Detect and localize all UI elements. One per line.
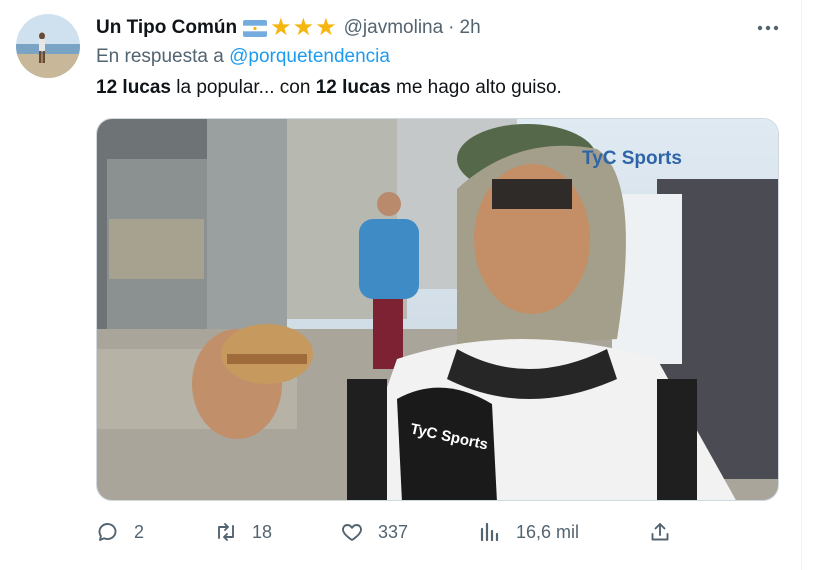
reply-mention-link[interactable]: @porquetendencia <box>229 46 390 67</box>
star-icon: ★ <box>315 14 337 41</box>
tweet-text: 12 lucas la popular... con 12 lucas me h… <box>96 77 562 99</box>
timestamp[interactable]: 2h <box>460 17 481 39</box>
share-button[interactable] <box>648 514 686 550</box>
star-icon: ★ <box>292 14 315 41</box>
tweet-actions: 2 18 337 16,6 mil <box>96 514 686 550</box>
views-count: 16,6 mil <box>516 521 580 542</box>
separator-dot: · <box>448 17 455 38</box>
tweet-text-part: me hago alto guiso. <box>390 77 562 98</box>
media-photo: TyC Sports TyC Sports <box>97 119 778 500</box>
views-button[interactable]: 16,6 mil <box>478 514 579 550</box>
broadcaster-watermark: TyC Sports <box>582 148 682 169</box>
tweet[interactable]: Un Tipo Común ★ ★ ★ @javmolina · 2h En r… <box>0 0 802 570</box>
reply-button[interactable]: 2 <box>96 514 144 550</box>
retweet-icon <box>218 523 234 541</box>
like-button[interactable]: 337 <box>340 514 408 550</box>
user-handle[interactable]: @javmolina <box>344 17 444 39</box>
more-options-button[interactable] <box>752 14 784 42</box>
argentina-flag-icon <box>243 19 268 37</box>
reply-count: 2 <box>134 521 145 542</box>
reply-icon <box>98 523 117 541</box>
views-icon <box>480 522 499 542</box>
tweet-header: Un Tipo Común ★ ★ ★ @javmolina · 2h <box>96 14 481 42</box>
avatar[interactable] <box>16 14 80 78</box>
star-icon: ★ <box>270 14 292 41</box>
display-name[interactable]: Un Tipo Común <box>96 17 237 39</box>
avatar-image <box>16 14 80 78</box>
retweet-button[interactable]: 18 <box>214 514 272 550</box>
reply-prefix: En respuesta a <box>96 46 224 67</box>
retweet-count: 18 <box>252 521 273 542</box>
reply-context: En respuesta a @porquetendencia <box>96 46 390 68</box>
share-icon <box>651 523 669 541</box>
tweet-text-part: la popular... con <box>171 77 316 98</box>
tweet-text-bold: 12 lucas <box>96 77 171 98</box>
more-dots-icon <box>757 25 779 31</box>
tweet-media-image[interactable]: TyC Sports TyC Sports <box>96 118 779 501</box>
tweet-text-bold: 12 lucas <box>315 77 391 98</box>
like-count: 337 <box>378 521 409 542</box>
heart-icon <box>342 524 362 541</box>
